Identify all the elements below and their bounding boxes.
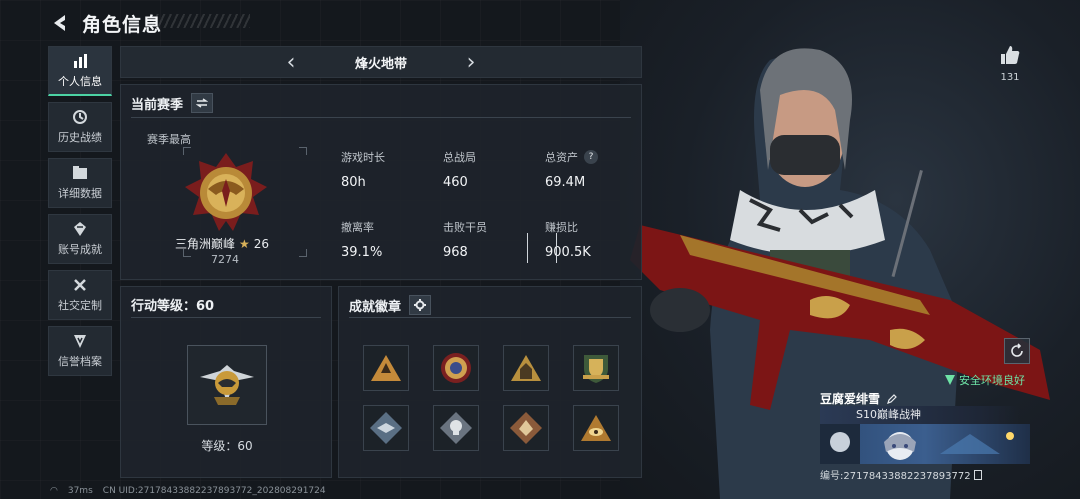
triangle-eye-icon bbox=[581, 415, 611, 441]
diamond-wing-icon bbox=[370, 412, 402, 444]
back-button[interactable] bbox=[48, 11, 72, 35]
sidebar-item-social[interactable]: 社交定制 bbox=[48, 270, 112, 320]
star-icon: ★ bbox=[239, 236, 250, 251]
title-decoration bbox=[150, 14, 250, 28]
chevron-right-icon[interactable]: › bbox=[461, 50, 481, 75]
player-title-tag: S10巅峰战神 bbox=[820, 406, 1020, 424]
page-header: 角色信息 bbox=[48, 8, 162, 38]
triangle-figure-badge[interactable] bbox=[503, 345, 549, 391]
bar-chart-icon bbox=[74, 53, 87, 68]
ping-value: 37ms bbox=[67, 486, 93, 496]
diamond-beast-badge[interactable] bbox=[503, 405, 549, 451]
stat-play-time: 游戏时长 80h bbox=[341, 151, 385, 190]
sidebar-item-credit[interactable]: 信誉档案 bbox=[48, 326, 112, 376]
sidebar: 个人信息 历史战绩 详细数据 账号成就 社交定制 信誉档案 bbox=[48, 46, 112, 382]
edit-pencil-icon[interactable] bbox=[886, 393, 898, 405]
back-arrow-icon bbox=[54, 15, 65, 31]
level-text: 等级：60 bbox=[201, 439, 253, 453]
rank-name: 三角洲巅峰 ★ 26 bbox=[175, 236, 270, 252]
season-name: 烽火地带 bbox=[354, 56, 407, 72]
shield-icon bbox=[74, 335, 86, 348]
sidebar-item-label: 详细数据 bbox=[58, 187, 102, 200]
achievements-settings-button[interactable] bbox=[409, 295, 432, 315]
like-button[interactable] bbox=[996, 44, 1024, 70]
triangle-hand-icon bbox=[371, 355, 401, 381]
refresh-icon bbox=[1011, 343, 1023, 357]
safe-shield-icon bbox=[945, 375, 955, 385]
refresh-button[interactable] bbox=[1004, 338, 1030, 364]
diamond-skull-icon bbox=[440, 412, 472, 444]
season-selector: ‹ 烽火地带 › bbox=[120, 46, 642, 78]
thumbs-up-icon bbox=[1001, 46, 1020, 64]
shield-emblem-badge[interactable] bbox=[573, 345, 619, 391]
helicopter-emblem-icon bbox=[200, 365, 254, 405]
rank-score: 7274 bbox=[211, 253, 239, 266]
sidebar-item-label: 信誉档案 bbox=[58, 355, 102, 368]
folder-icon bbox=[73, 166, 87, 179]
diamond-wing-badge[interactable] bbox=[363, 405, 409, 451]
anime-banner-art bbox=[820, 424, 1014, 464]
status-footer: ◠ 37ms CN UID:27178433882237893772_20280… bbox=[50, 486, 326, 496]
stat-total-assets: 总资产? 69.4M bbox=[545, 149, 598, 190]
level-emblem bbox=[187, 345, 267, 425]
section-title: 当前赛季 bbox=[131, 97, 184, 113]
triangle-figure-icon bbox=[511, 355, 541, 381]
action-level-title: 行动等级：60 bbox=[131, 299, 215, 314]
player-banner[interactable] bbox=[820, 424, 1030, 464]
season-high-label: 赛季最高 bbox=[147, 133, 191, 146]
sidebar-item-label: 社交定制 bbox=[58, 299, 102, 312]
sidebar-item-label: 个人信息 bbox=[58, 74, 102, 88]
help-icon[interactable]: ? bbox=[584, 150, 598, 164]
round-emblem-icon bbox=[441, 353, 471, 383]
sidebar-item-label: 历史战绩 bbox=[58, 131, 102, 144]
swap-icon bbox=[196, 98, 209, 108]
stat-extraction-rate: 撤离率 39.1% bbox=[341, 221, 383, 260]
sidebar-item-achievements[interactable]: 账号成就 bbox=[48, 214, 112, 264]
action-level-panel: 行动等级：60 等级：60 bbox=[120, 286, 332, 478]
sidebar-item-personal-info[interactable]: 个人信息 bbox=[48, 46, 112, 96]
achievements-title: 成就徽章 bbox=[349, 299, 402, 315]
sidebar-item-history[interactable]: 历史战绩 bbox=[48, 102, 112, 152]
crosshair-cursor-icon bbox=[527, 233, 557, 263]
diamond-beast-icon bbox=[510, 412, 542, 444]
current-season-panel: 当前赛季 赛季最高 三角洲巅峰 ★ 26 7274 游戏时长 80h 总战局 4… bbox=[120, 84, 642, 280]
rank-badge-icon bbox=[185, 153, 267, 231]
sidebar-item-details[interactable]: 详细数据 bbox=[48, 158, 112, 208]
wifi-icon: ◠ bbox=[50, 486, 58, 496]
round-emblem-badge[interactable] bbox=[433, 345, 479, 391]
shield-emblem-icon bbox=[583, 355, 609, 383]
diamond-skull-badge[interactable] bbox=[433, 405, 479, 451]
chevron-left-icon[interactable]: ‹ bbox=[281, 50, 301, 75]
history-icon bbox=[73, 110, 87, 124]
triangle-hand-badge[interactable] bbox=[363, 345, 409, 391]
rank-stars: 26 bbox=[253, 236, 270, 251]
tools-icon bbox=[74, 279, 86, 291]
switch-button[interactable] bbox=[191, 93, 214, 113]
like-count: 131 bbox=[1000, 72, 1020, 83]
stat-total-matches: 总战局 460 bbox=[443, 151, 476, 190]
player-name: 豆腐爱绯雪 bbox=[820, 390, 898, 407]
uid-text: CN UID:27178433882237893772_202808291724 bbox=[102, 486, 326, 496]
copy-icon[interactable] bbox=[973, 469, 982, 480]
achievements-panel: 成就徽章 bbox=[338, 286, 642, 478]
triangle-eye-badge[interactable] bbox=[573, 405, 619, 451]
achievement-icon bbox=[74, 222, 86, 236]
gear-icon bbox=[414, 299, 427, 311]
safety-status: 安全环境良好 bbox=[944, 372, 1025, 388]
sidebar-item-label: 账号成就 bbox=[58, 243, 102, 256]
stat-operators-defeated: 击败干员 968 bbox=[443, 221, 487, 260]
serial-number: 编号:27178433882237893772 bbox=[820, 467, 982, 482]
